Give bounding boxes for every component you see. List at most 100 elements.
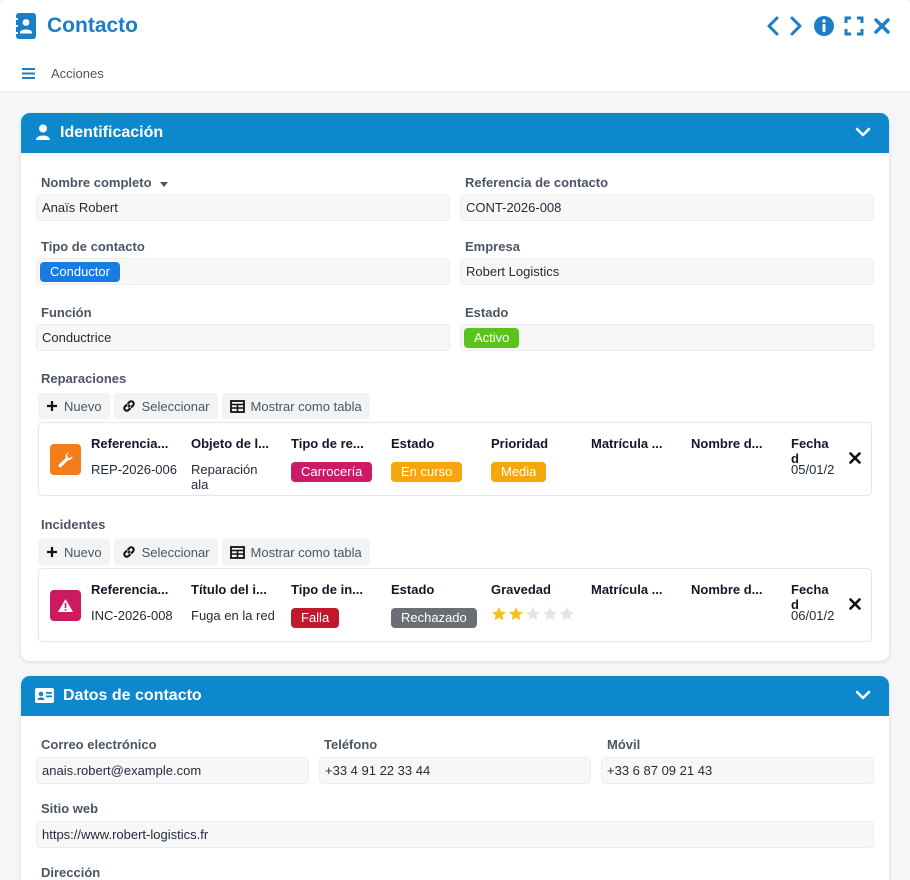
- incidente-type-icon: [50, 590, 81, 621]
- telefono-field[interactable]: +33 4 91 22 33 44: [319, 757, 591, 784]
- identificacion-panel: Identificación Nombre completo Anaïs Rob…: [21, 113, 889, 661]
- inc-fecha: 06/01/2: [791, 608, 835, 623]
- window-title: Contacto: [47, 14, 138, 37]
- maximize-button[interactable]: [843, 14, 865, 38]
- rep-col-tipo: Tipo de re...: [291, 436, 364, 451]
- rep-col-estado: Estado: [391, 436, 435, 451]
- identificacion-header[interactable]: Identificación: [21, 113, 889, 153]
- reparacion-row[interactable]: Referencia... Objeto de l... Tipo de re.…: [38, 422, 872, 496]
- remove-incidente-icon[interactable]: [849, 598, 861, 610]
- remove-reparacion-icon[interactable]: [849, 452, 861, 464]
- inc-col-referencia: Referencia...: [91, 582, 169, 597]
- rep-col-prioridad: Prioridad: [491, 436, 549, 451]
- star-empty-icon: [560, 607, 574, 621]
- identificacion-title: Identificación: [60, 124, 164, 141]
- reparacion-type-icon: [50, 444, 81, 475]
- star-filled-icon: [509, 607, 523, 621]
- correo-label: Correo electrónico: [41, 737, 157, 752]
- rep-col-referencia: Referencia...: [91, 436, 169, 451]
- funcion-label: Función: [41, 305, 92, 320]
- inc-col-nombre: Nombre d...: [691, 582, 763, 597]
- reparaciones-new-button[interactable]: Nuevo: [38, 393, 110, 419]
- web-label: Sitio web: [41, 801, 99, 816]
- correo-field[interactable]: anais.robert@example.com: [36, 757, 309, 784]
- rep-fecha: 05/01/2: [791, 462, 835, 477]
- link-icon: [122, 400, 135, 412]
- inc-col-estado: Estado: [391, 582, 435, 597]
- nombre-field[interactable]: Anaïs Robert: [36, 194, 450, 221]
- inc-col-gravedad: Gravedad: [491, 582, 551, 597]
- star-filled-icon: [492, 607, 506, 621]
- movil-label: Móvil: [607, 737, 641, 752]
- inc-col-tipo: Tipo de in...: [291, 582, 363, 597]
- inc-col-titulo: Título del i...: [191, 582, 267, 597]
- direccion-label: Dirección: [41, 865, 101, 880]
- caret-down-icon[interactable]: [159, 180, 169, 188]
- chevron-down-icon[interactable]: [855, 688, 871, 702]
- incidente-row[interactable]: Referencia... Título del i... Tipo de in…: [38, 568, 872, 642]
- next-button[interactable]: [785, 14, 807, 38]
- address-card-icon: [35, 688, 54, 703]
- referencia-label: Referencia de contacto: [465, 175, 609, 190]
- info-button[interactable]: [813, 14, 835, 38]
- incidentes-new-button[interactable]: Nuevo: [38, 539, 110, 565]
- funcion-field[interactable]: Conductrice: [36, 324, 450, 351]
- actions-bar: Acciones: [0, 54, 910, 92]
- warning-icon: [58, 599, 73, 612]
- rep-col-matricula: Matrícula ...: [591, 436, 663, 451]
- datos-contacto-header[interactable]: Datos de contacto: [21, 676, 889, 716]
- incidentes-table-button[interactable]: Mostrar como tabla: [221, 539, 370, 565]
- telefono-label: Teléfono: [324, 737, 378, 752]
- reparaciones-label: Reparaciones: [41, 371, 127, 386]
- hamburger-menu-icon[interactable]: [22, 68, 35, 79]
- inc-titulo: Fuga en la red: [191, 608, 275, 623]
- reparaciones-toolbar: Nuevo Seleccionar Mostrar como tabla: [38, 393, 370, 419]
- star-empty-icon: [526, 607, 540, 621]
- incidentes-toolbar: Nuevo Seleccionar Mostrar como tabla: [38, 539, 370, 565]
- tipo-field[interactable]: Conductor: [36, 258, 450, 285]
- conductor-badge: Conductor: [40, 262, 120, 282]
- incidentes-label: Incidentes: [41, 517, 106, 532]
- estado-field[interactable]: Activo: [460, 324, 874, 351]
- contact-window: Contacto Acciones Identificación Nombre …: [0, 0, 910, 880]
- chevron-left-icon: [767, 16, 779, 36]
- estado-label: Estado: [465, 305, 509, 320]
- rep-col-nombre: Nombre d...: [691, 436, 763, 451]
- info-icon: [814, 16, 834, 36]
- carroceria-badge: Carrocería: [291, 462, 373, 482]
- inc-referencia: INC-2026-008: [91, 608, 173, 623]
- datos-contacto-panel: Datos de contacto Correo electrónico ana…: [21, 676, 889, 880]
- referencia-field[interactable]: CONT-2026-008: [460, 194, 874, 221]
- user-icon: [36, 124, 50, 140]
- plus-icon: [47, 401, 57, 411]
- previous-button[interactable]: [762, 14, 784, 38]
- media-badge: Media: [491, 462, 547, 482]
- plus-icon: [47, 547, 57, 557]
- wrench-icon: [58, 452, 73, 468]
- movil-field[interactable]: +33 6 87 09 21 43: [601, 757, 874, 784]
- link-icon: [122, 546, 135, 558]
- en-curso-badge: En curso: [391, 462, 463, 482]
- empresa-label: Empresa: [465, 239, 520, 254]
- close-icon: [874, 18, 890, 34]
- incidentes-select-button[interactable]: Seleccionar: [113, 539, 218, 565]
- web-field[interactable]: https://www.robert-logistics.fr: [36, 821, 874, 848]
- actions-menu[interactable]: Acciones: [51, 66, 104, 81]
- rep-col-objeto: Objeto de l...: [191, 436, 270, 451]
- close-button[interactable]: [871, 14, 893, 38]
- table-icon: [229, 545, 245, 559]
- reparaciones-select-button[interactable]: Seleccionar: [113, 393, 218, 419]
- reparaciones-table-button[interactable]: Mostrar como tabla: [221, 393, 370, 419]
- chevron-right-icon: [790, 16, 802, 36]
- chevron-down-icon[interactable]: [855, 125, 871, 139]
- activo-badge: Activo: [464, 328, 520, 348]
- rep-referencia: REP-2026-006: [91, 462, 177, 477]
- datos-contacto-title: Datos de contacto: [63, 687, 202, 704]
- empresa-field[interactable]: Robert Logistics: [460, 258, 874, 285]
- star-empty-icon: [543, 607, 557, 621]
- expand-icon: [844, 16, 864, 36]
- tipo-label: Tipo de contacto: [41, 239, 145, 254]
- rechazado-badge: Rechazado: [391, 608, 477, 628]
- inc-col-matricula: Matrícula ...: [591, 582, 663, 597]
- rep-objeto: Reparación ala: [191, 462, 258, 492]
